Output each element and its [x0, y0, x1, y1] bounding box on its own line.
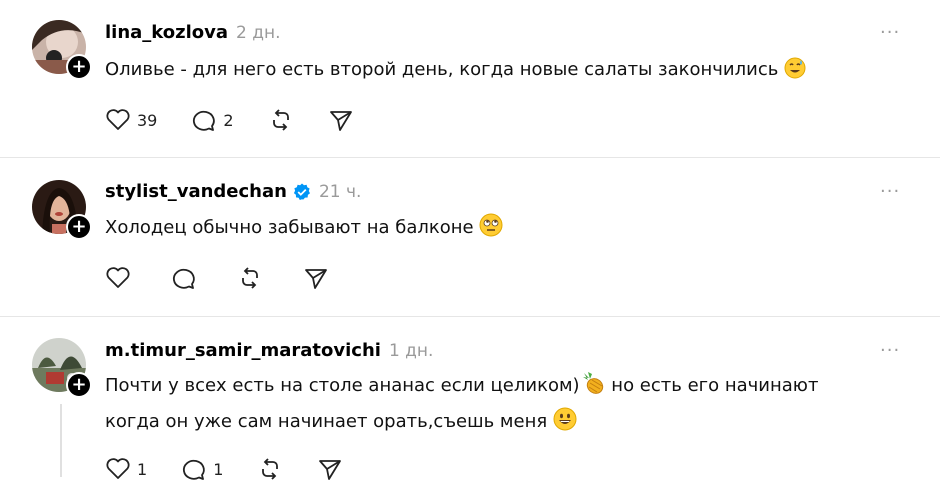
like-button[interactable]: 1	[105, 457, 147, 481]
post-text: Оливье - для него есть второй день, когд…	[105, 54, 895, 90]
share-button[interactable]	[328, 108, 354, 132]
avatar-container[interactable]: +	[32, 338, 92, 398]
more-options-icon[interactable]: ···	[880, 340, 900, 361]
post-actions: 39 2	[105, 106, 388, 134]
post-header: stylist_vandechan 21 ч.	[105, 181, 361, 202]
post-header: lina_kozlova 2 дн.	[105, 22, 281, 43]
like-count: 1	[137, 459, 148, 479]
timestamp[interactable]: 1 дн.	[389, 341, 434, 361]
reply-button[interactable]: 1	[181, 457, 223, 481]
username[interactable]: stylist_vandechan	[105, 181, 287, 202]
more-options-icon[interactable]: ···	[880, 181, 900, 202]
heart-icon	[106, 267, 130, 288]
reply-button[interactable]	[171, 266, 197, 290]
send-icon	[305, 269, 327, 289]
share-button[interactable]	[303, 266, 329, 290]
post-header: m.timur_samir_maratovichi 1 дн.	[105, 340, 433, 361]
like-button[interactable]	[105, 266, 131, 290]
post-text-line1: Почти у всех есть на столе ананас если ц…	[105, 375, 580, 396]
comment-icon	[172, 268, 195, 289]
heart-icon	[106, 109, 130, 130]
grinning-emoji-icon	[553, 407, 577, 442]
post-text-line1b: но есть его начинают	[605, 375, 819, 396]
reply-count: 2	[223, 110, 234, 130]
comment-icon	[183, 459, 205, 480]
grin-sweat-emoji-icon	[784, 57, 806, 90]
comment-icon	[193, 110, 216, 131]
post-actions	[105, 264, 363, 292]
more-options-icon[interactable]: ···	[880, 22, 900, 43]
share-button[interactable]	[317, 457, 343, 481]
timestamp[interactable]: 2 дн.	[236, 23, 281, 43]
username[interactable]: m.timur_samir_maratovichi	[105, 340, 381, 361]
follow-plus-icon[interactable]: +	[66, 214, 92, 240]
follow-plus-icon[interactable]: +	[66, 372, 92, 398]
post-text-content: Холодец обычно забывают на балконе	[105, 217, 474, 238]
post-text: Холодец обычно забывают на балконе	[105, 212, 895, 248]
repost-button[interactable]	[257, 457, 283, 481]
divider	[0, 157, 940, 158]
repost-button[interactable]	[237, 266, 263, 290]
post-actions: 1 1	[105, 455, 377, 483]
pineapple-emoji-icon	[580, 371, 606, 406]
reply-count: 1	[213, 459, 224, 479]
post-text: Почти у всех есть на столе ананас если ц…	[105, 370, 895, 442]
send-icon	[329, 111, 352, 131]
heart-icon	[106, 458, 130, 479]
repost-icon	[272, 109, 289, 131]
repost-button[interactable]	[268, 108, 294, 132]
repost-icon	[262, 458, 279, 480]
reply-button[interactable]: 2	[191, 108, 234, 132]
avatar-container[interactable]: +	[32, 180, 92, 240]
like-button[interactable]: 39	[105, 108, 157, 132]
verified-badge-icon	[293, 183, 311, 201]
repost-icon	[242, 267, 258, 289]
thread-line	[60, 404, 62, 477]
send-icon	[319, 460, 342, 480]
eye-roll-emoji-icon	[479, 213, 503, 248]
divider	[0, 316, 940, 317]
post-text-line2: когда он уже сам начинает орать,съешь ме…	[105, 411, 548, 432]
username[interactable]: lina_kozlova	[105, 22, 228, 43]
follow-plus-icon[interactable]: +	[66, 54, 92, 80]
avatar-container[interactable]: +	[32, 20, 92, 80]
timestamp[interactable]: 21 ч.	[319, 182, 361, 202]
post-text-content: Оливье - для него есть второй день, когд…	[105, 59, 779, 80]
like-count: 39	[137, 110, 158, 130]
